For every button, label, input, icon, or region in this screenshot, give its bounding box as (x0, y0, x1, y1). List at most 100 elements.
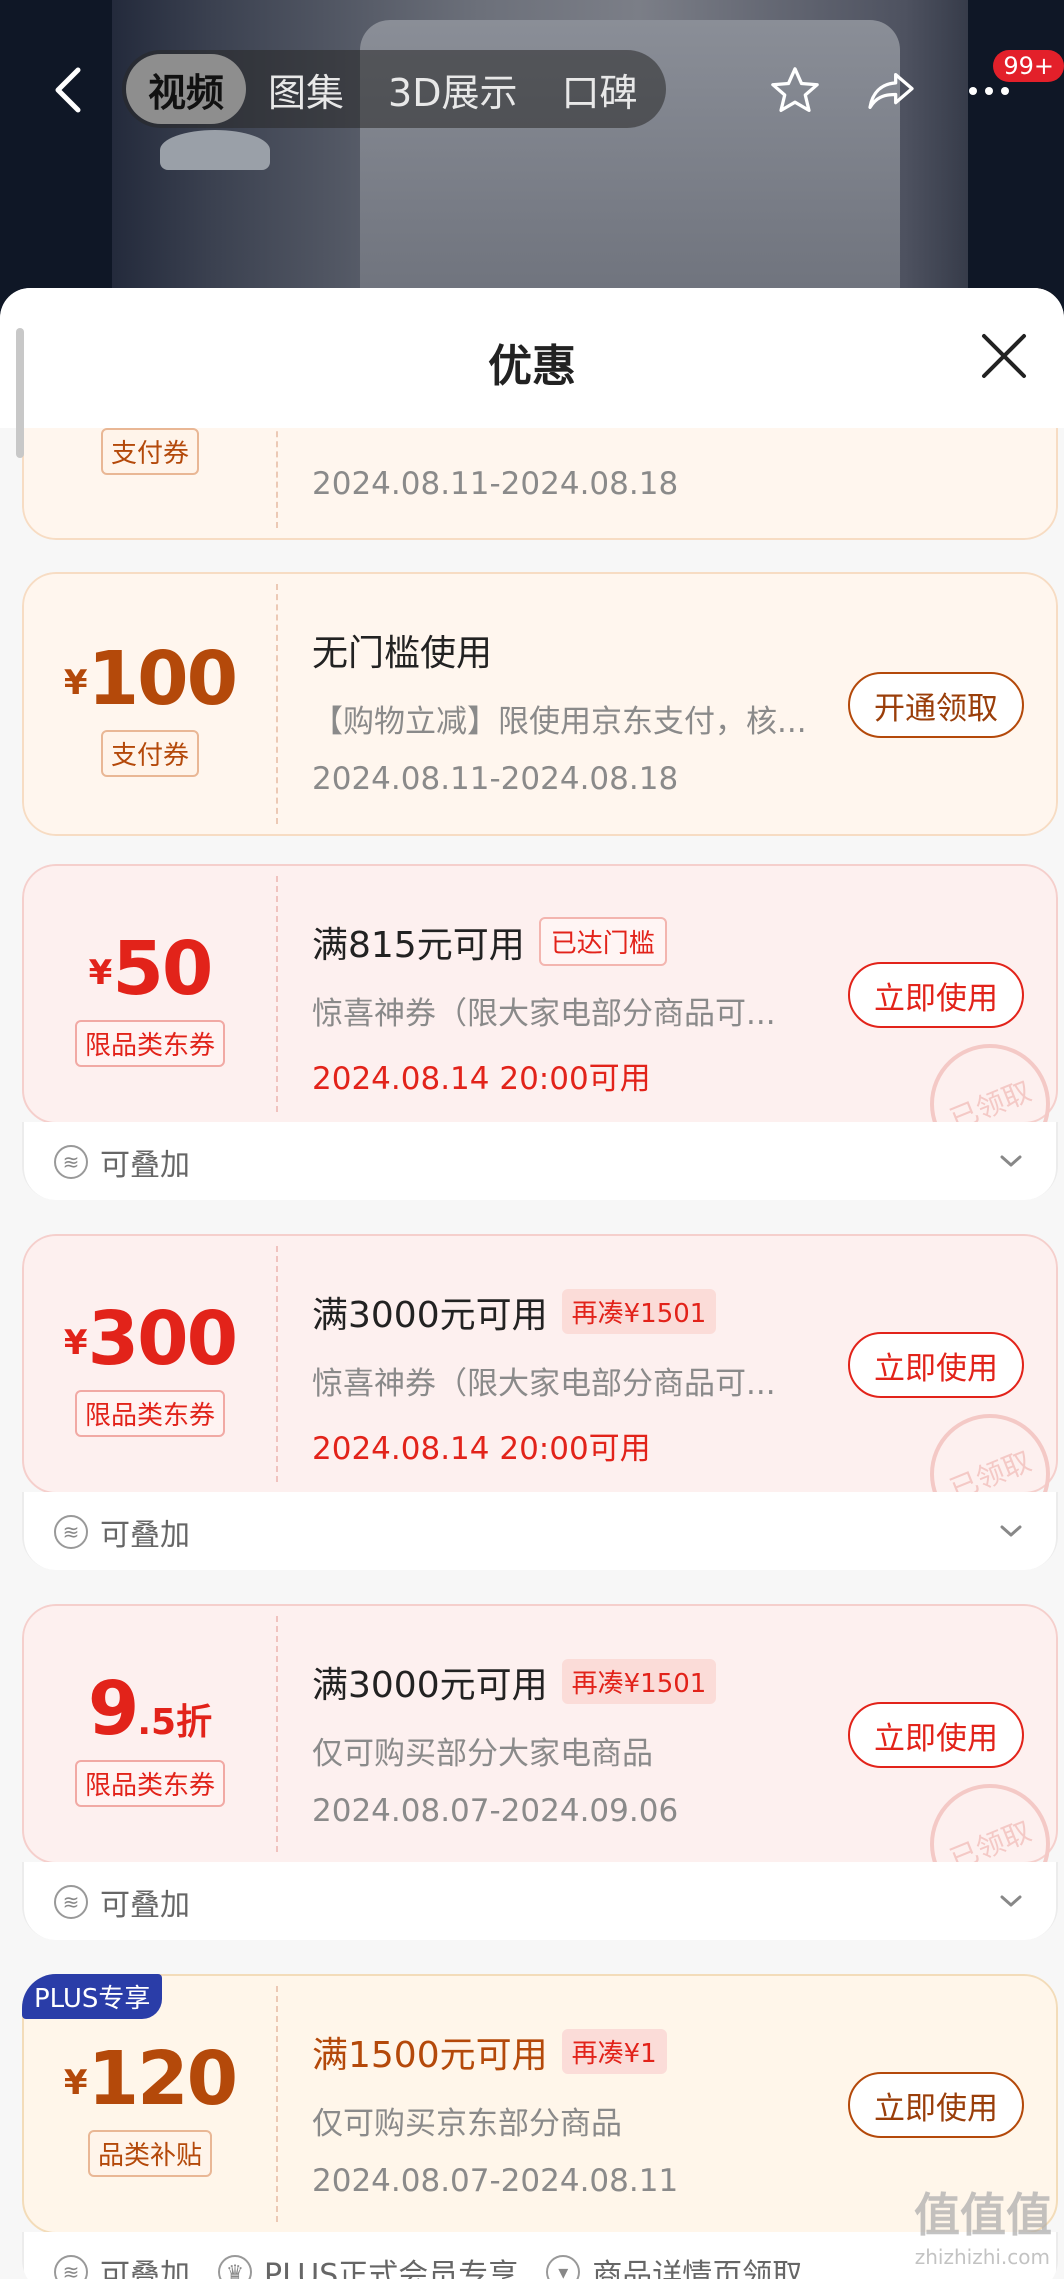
use-now-button[interactable]: 立即使用 (848, 1702, 1024, 1768)
shower-head-image (160, 130, 270, 170)
coupon-type-label: 支付券 (100, 730, 199, 777)
amount-value: 300 (87, 1296, 238, 1382)
stack-icon: ≋ (54, 2255, 88, 2279)
coupon-date: 2024.08.11-2024.08.18 (312, 466, 679, 502)
coupon-type-tag: 限品类东券 (24, 1020, 276, 1067)
coupon-type-label: 支付券 (100, 428, 199, 475)
chevron-down-icon[interactable] (996, 1146, 1026, 1176)
coupon-condition: 满815元可用 已达门槛 (312, 916, 832, 968)
coupon-type-tag: 品类补贴 (24, 2130, 276, 2177)
remaining-amount-chip: 再凑¥1 (561, 2029, 667, 2074)
remaining-amount-chip: 再凑¥1501 (561, 1289, 717, 1334)
coupon-card-body: ¥300 限品类东券 满3000元可用 再凑¥1501 惊喜神券（限大家电部分商品… (22, 1234, 1058, 1553)
discount-decimal: .5折 (137, 1702, 213, 1743)
coupon-footer[interactable]: ≋ 可叠加 ♛ PLUS正式会员专享 ▾ 商品详情页领取 (22, 2232, 1058, 2279)
condition-text: 满3000元可用 (312, 1665, 548, 1706)
coupon-description: 惊喜神券（限大家电部分商品可... (312, 996, 776, 1032)
chevron-left-icon (55, 67, 81, 113)
footer-text-plus: PLUS正式会员专享 (264, 2258, 519, 2279)
coupon-card: ¥100 支付券 无门槛使用 【购物立减】限使用京东支付，核... 2024.0… (22, 572, 1058, 836)
video-area: 视频 图集 3D展示 口碑 99+ (0, 0, 1064, 330)
video-letterbox-left (0, 0, 112, 330)
star-icon (771, 67, 819, 112)
coupon-amount: ¥100 (24, 636, 276, 722)
condition-text: 满3000元可用 (312, 1295, 548, 1336)
footer-text-claim: 商品详情页领取 (592, 2258, 803, 2279)
notification-badge: 99+ (993, 50, 1064, 82)
chevron-down-icon[interactable] (996, 1516, 1026, 1546)
condition-text: 满815元可用 (312, 925, 525, 966)
watermark-url: zhizhizhi.com (914, 2245, 1050, 2269)
coupon-type-label: 限品类东券 (74, 1390, 225, 1437)
stack-icon: ≋ (54, 1515, 88, 1549)
scrollbar[interactable] (16, 328, 24, 458)
coupon-info: 满3000元可用 再凑¥1501 仅可购买部分大家电商品 2024.08.07-2… (312, 1656, 832, 1829)
remaining-amount-chip: 再凑¥1501 (561, 1659, 717, 1704)
use-now-button[interactable]: 立即使用 (848, 962, 1024, 1028)
sheet-title: 优惠 (488, 341, 576, 392)
coupon-type-tag: 限品类东券 (24, 1390, 276, 1437)
coupon-card: 9.5折 限品类东券 满3000元可用 再凑¥1501 仅可购买部分大家电商品 2… (22, 1604, 1058, 1940)
threshold-met-chip: 已达门槛 (538, 917, 667, 966)
tab-gallery[interactable]: 图集 (246, 54, 366, 124)
watermark-logo: 值值值 (914, 2188, 1052, 2242)
coupon-card-body: 9.5折 限品类东券 满3000元可用 再凑¥1501 仅可购买部分大家电商品 2… (22, 1604, 1058, 1923)
amount-value: 100 (87, 636, 238, 722)
amount-value: 50 (112, 926, 213, 1012)
currency-symbol: ¥ (63, 1323, 88, 1363)
coupon-type-tag: 支付券 (24, 730, 276, 777)
coupon-info: 满3000元可用 再凑¥1501 惊喜神券（限大家电部分商品可... 2024.0… (312, 1286, 832, 1468)
card-divider (276, 1986, 278, 2222)
coupon-description: 仅可购买部分大家电商品 (312, 1736, 653, 1772)
coupon-date: 2024.08.14 20:00可用 (312, 1061, 651, 1097)
coupon-type-label: 限品类东券 (74, 1760, 225, 1807)
coupon-type-label: 品类补贴 (87, 2130, 212, 2177)
share-button[interactable] (856, 56, 926, 126)
footer-text: 可叠加 (100, 2258, 190, 2279)
coupon-date: 2024.08.07-2024.09.06 (312, 1793, 679, 1829)
coupon-description: 仅可购买京东部分商品 (312, 2106, 622, 2142)
card-divider (276, 876, 278, 1112)
coupon-info: 满1500元可用 再凑¥1 仅可购买京东部分商品 2024.08.07-2024.… (312, 2026, 832, 2199)
use-now-button[interactable]: 立即使用 (848, 2072, 1024, 2138)
use-now-button[interactable]: 立即使用 (848, 1332, 1024, 1398)
amount-value: 120 (87, 2036, 238, 2122)
coupon-footer[interactable]: ≋ 可叠加 (22, 1122, 1058, 1200)
crown-icon: ♛ (218, 2255, 252, 2279)
coupon-card-body: ¥100 支付券 无门槛使用 【购物立减】限使用京东支付，核... 2024.0… (22, 572, 1058, 836)
stackable-label: ≋ 可叠加 (54, 1880, 190, 1924)
card-divider (276, 1246, 278, 1482)
coupon-footer[interactable]: ≋ 可叠加 (22, 1862, 1058, 1940)
chevron-down-icon[interactable] (996, 1886, 1026, 1916)
open-and-claim-button[interactable]: 开通领取 (848, 672, 1024, 738)
discount-value: 9 (87, 1666, 139, 1752)
coupon-condition: 无门槛使用 (312, 633, 493, 674)
stack-icon: ≋ (54, 1145, 88, 1179)
currency-symbol: ¥ (88, 953, 113, 993)
coupon-type-tag: 支付券 (24, 428, 276, 475)
coupon-amount: 9.5折 (24, 1666, 276, 1752)
close-button[interactable] (974, 326, 1034, 386)
coupon-amount: ¥120 (24, 2036, 276, 2122)
coupon-description: 惊喜神券（限大家电部分商品可... (312, 1366, 776, 1402)
back-button[interactable] (48, 62, 88, 118)
coupon-condition: 满3000元可用 再凑¥1501 (312, 1656, 832, 1708)
coupon-card: ¥50 限品类东券 满815元可用 已达门槛 惊喜神券（限大家电部分商品可... … (22, 864, 1058, 1200)
coupon-type-label: 限品类东券 (74, 1020, 225, 1067)
sheet-header: 优惠 (0, 288, 1064, 428)
coupon-sheet: 优惠 支付券 2024.08.11-2024.08.18 ¥100 支付券 无门… (0, 288, 1064, 2279)
coupon-date: 2024.08.14 20:00可用 (312, 1431, 651, 1467)
coupon-date: 2024.08.07-2024.08.11 (312, 2163, 679, 2199)
card-divider (276, 1616, 278, 1852)
coupon-card: PLUS专享 ¥120 品类补贴 满1500元可用 再凑¥1 仅可购买京东部分商品… (22, 1974, 1058, 2279)
coupon-card-body: ¥120 品类补贴 满1500元可用 再凑¥1 仅可购买京东部分商品 2024.0… (22, 1974, 1058, 2234)
coupon-amount: ¥50 (24, 926, 276, 1012)
coupon-footer[interactable]: ≋ 可叠加 (22, 1492, 1058, 1570)
favorite-button[interactable] (760, 56, 830, 126)
stackable-label: ≋ 可叠加 (54, 1510, 190, 1554)
media-tabs: 视频 图集 3D展示 口碑 (122, 50, 666, 128)
tab-reviews[interactable]: 口碑 (539, 54, 659, 124)
tab-3d[interactable]: 3D展示 (366, 54, 539, 124)
tab-video[interactable]: 视频 (126, 54, 247, 124)
coupon-condition: 满1500元可用 再凑¥1 (312, 2026, 832, 2078)
